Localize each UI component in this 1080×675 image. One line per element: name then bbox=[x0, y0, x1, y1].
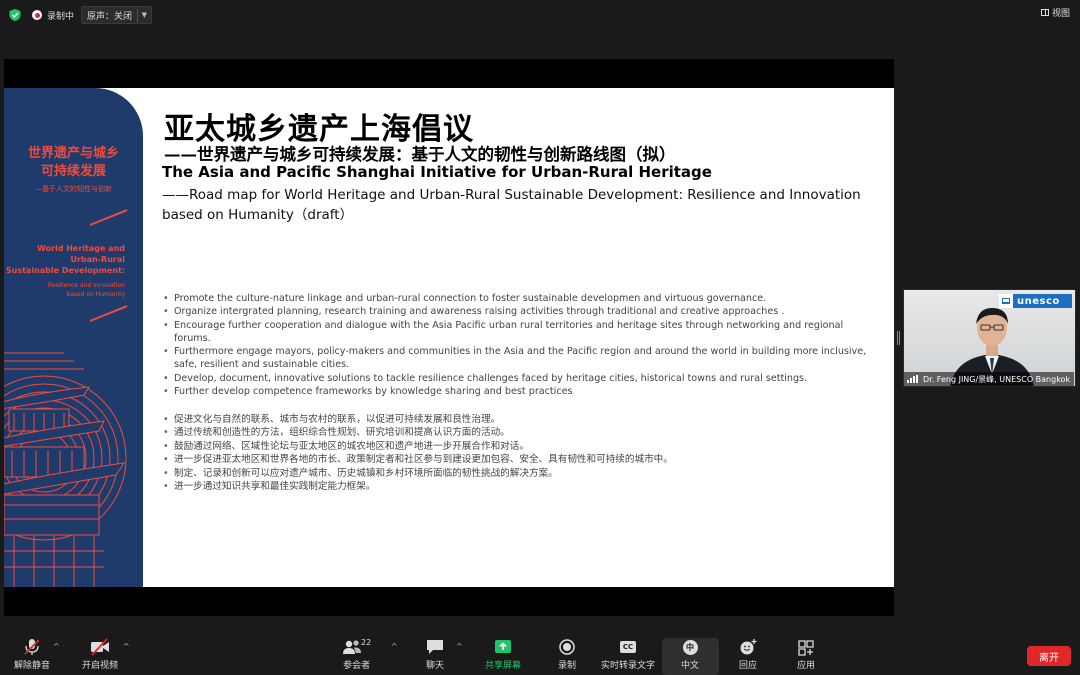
unmute-button[interactable]: 解除静音 bbox=[14, 638, 50, 674]
view-grid-icon bbox=[1040, 8, 1049, 16]
list-item: Develop, document, innovative solutions … bbox=[161, 372, 881, 386]
panel-cn-subtitle: —基于人文的韧性与创新 bbox=[35, 185, 112, 193]
recording-icon bbox=[32, 10, 42, 20]
list-item: 促进文化与自然的联系、城市与农村的联系，以促进可持续发展和良性治理。 bbox=[161, 413, 881, 427]
participants-label: 参会者 bbox=[343, 661, 371, 671]
meeting-window: 录制中 原声：关闭 ▼ 视图 世界遗产与城乡 可持续发展 —基于人文的韧性与创新… bbox=[0, 0, 1080, 675]
slide-left-panel: 世界遗产与城乡 可持续发展 —基于人文的韧性与创新 World Heritage… bbox=[4, 88, 143, 587]
dropdown-divider bbox=[137, 9, 138, 22]
language-label: 中文 bbox=[680, 661, 699, 671]
panel-resize-handle[interactable] bbox=[897, 331, 900, 345]
meeting-toolbar: 解除静音 ^ 开启视频 ^ 22 参会者 ^ 聊天 ^ 共享屏幕 录制 CC 实… bbox=[0, 630, 1080, 675]
share-screen-label: 共享屏幕 bbox=[485, 661, 522, 671]
reactions-label: 回应 bbox=[738, 661, 757, 671]
chat-button[interactable]: 聊天 bbox=[425, 638, 445, 674]
view-label: 视图 bbox=[1051, 8, 1070, 19]
panel-cn-title-line2: 可持续发展 bbox=[40, 164, 106, 179]
panel-en-title: World Heritage and Urban-Rural Sustainab… bbox=[6, 243, 125, 276]
microphone-muted-icon bbox=[24, 639, 40, 655]
chat-label: 聊天 bbox=[425, 661, 444, 671]
closed-caption-icon: CC bbox=[618, 638, 638, 656]
bullet-list-cn: 促进文化与自然的联系、城市与农村的联系，以促进可持续发展和良性治理。 通过传统和… bbox=[161, 413, 881, 494]
original-audio-dropdown[interactable]: 原声：关闭 ▼ bbox=[81, 6, 152, 24]
original-audio-label: 原声：关闭 bbox=[87, 11, 133, 22]
language-badge: 中 bbox=[682, 639, 698, 655]
video-off-icon bbox=[91, 638, 109, 656]
security-shield-icon[interactable] bbox=[8, 8, 22, 22]
start-video-button[interactable]: 开启视频 bbox=[82, 638, 118, 674]
panel-en-title-line2: Urban-Rural bbox=[70, 255, 125, 264]
participant-name-bar: Dr. Feng JING/景峰, UNESCO Bangkok bbox=[904, 372, 1075, 386]
participants-icon-wrap: 22 bbox=[342, 638, 371, 656]
list-item: Promote the culture-nature linkage and u… bbox=[161, 292, 881, 306]
video-options-chevron-icon[interactable]: ^ bbox=[123, 642, 130, 651]
live-transcript-button[interactable]: CC 实时转录文字 bbox=[601, 638, 655, 674]
record-button[interactable]: 录制 bbox=[557, 638, 577, 674]
chevron-down-icon: ▼ bbox=[141, 11, 147, 19]
cc-badge: CC bbox=[620, 641, 636, 653]
participant-name: Dr. Feng JING/景峰, UNESCO Bangkok bbox=[923, 374, 1071, 384]
list-item: Organize intergrated planning, research … bbox=[161, 305, 881, 319]
leave-meeting-button[interactable]: 离开 bbox=[1027, 646, 1071, 666]
top-bar: 录制中 原声：关闭 ▼ 视图 bbox=[0, 0, 1080, 30]
apps-button[interactable]: 应用 bbox=[796, 638, 816, 674]
apps-label: 应用 bbox=[796, 661, 815, 671]
participant-video-tile[interactable]: unesco Dr. Feng JING/景峰, UNESCO Bangkok bbox=[903, 289, 1076, 387]
record-label: 录制 bbox=[557, 661, 576, 671]
participants-options-chevron-icon[interactable]: ^ bbox=[391, 642, 398, 651]
slide-title-en: The Asia and Pacific Shanghai Initiative… bbox=[162, 163, 712, 181]
panel-en-title-line3: Sustainable Development: bbox=[5, 266, 125, 275]
share-screen-icon bbox=[495, 640, 511, 653]
list-item: Further develop competence frameworks by… bbox=[161, 385, 881, 399]
language-globe-icon: 中 bbox=[680, 638, 700, 656]
list-item: 进一步促进亚太地区和世界各地的市长、政策制定者和社区参与到建设更加包容、安全、具… bbox=[161, 453, 881, 467]
panel-en-subtitle-line2: based on Humanity bbox=[66, 291, 125, 298]
recording-indicator[interactable]: 录制中 bbox=[32, 6, 74, 24]
panel-slash-decoration bbox=[89, 209, 128, 226]
panel-slash-decoration-2 bbox=[89, 305, 128, 322]
live-transcript-label: 实时转录文字 bbox=[601, 661, 656, 671]
recording-label: 录制中 bbox=[47, 11, 75, 22]
list-item: 制定、记录和创新可以应对遗产城市、历史城镇和乡村环境所面临的韧性挑战的解决方案。 bbox=[161, 467, 881, 481]
signal-strength-icon bbox=[907, 375, 919, 383]
smiley-add-icon bbox=[740, 639, 757, 655]
participants-icon bbox=[343, 640, 361, 654]
panel-cn-title-line1: 世界遗产与城乡 bbox=[27, 146, 119, 161]
share-screen-button[interactable]: 共享屏幕 bbox=[485, 638, 521, 674]
panel-cn-title: 世界遗产与城乡 可持续发展 bbox=[4, 145, 143, 181]
participants-count: 22 bbox=[361, 638, 372, 647]
list-item: Furthermore engage mayors, policy-makers… bbox=[161, 345, 881, 372]
view-button[interactable]: 视图 bbox=[1040, 4, 1070, 20]
start-video-label: 开启视频 bbox=[82, 661, 119, 671]
pagoda-illustration-icon bbox=[4, 352, 127, 587]
reactions-button[interactable]: 回应 bbox=[738, 638, 758, 674]
panel-en-title-line1: World Heritage and bbox=[36, 244, 125, 253]
panel-en-subtitle-line1: Resilience and Innovation bbox=[47, 282, 125, 289]
participants-button[interactable]: 22 参会者 bbox=[342, 638, 371, 674]
list-item: 进一步通过知识共享和最佳实践制定能力框架。 bbox=[161, 480, 881, 494]
list-item: 通过传统和创造性的方法，组织综合性规划、研究培训和提高认识方面的活动。 bbox=[161, 426, 881, 440]
slide-subtitle-en: ——Road map for World Heritage and Urban-… bbox=[162, 187, 861, 223]
record-icon bbox=[559, 639, 575, 655]
audio-options-chevron-icon[interactable]: ^ bbox=[53, 642, 60, 651]
list-item: 鼓励通过网络、区域性论坛与亚太地区的城农地区和遗产地进一步开展合作和对话。 bbox=[161, 440, 881, 454]
shared-screen: 世界遗产与城乡 可持续发展 —基于人文的韧性与创新 World Heritage… bbox=[4, 59, 894, 616]
language-interpretation-button[interactable]: 中 中文 bbox=[680, 638, 700, 674]
apps-icon bbox=[798, 640, 814, 656]
chat-bubble-icon bbox=[427, 640, 443, 654]
slide-subtitle-cn: ——世界遗产与城乡可持续发展：基于人文的韧性与创新路线图（拟） bbox=[164, 145, 676, 164]
bullet-list-en: Promote the culture-nature linkage and u… bbox=[161, 292, 881, 399]
unmute-label: 解除静音 bbox=[14, 661, 51, 671]
list-item: Encourage further cooperation and dialog… bbox=[161, 319, 881, 346]
panel-en-subtitle: Resilience and Innovation based on Human… bbox=[48, 281, 125, 299]
presentation-slide: 世界遗产与城乡 可持续发展 —基于人文的韧性与创新 World Heritage… bbox=[4, 88, 894, 587]
chat-options-chevron-icon[interactable]: ^ bbox=[456, 642, 463, 651]
